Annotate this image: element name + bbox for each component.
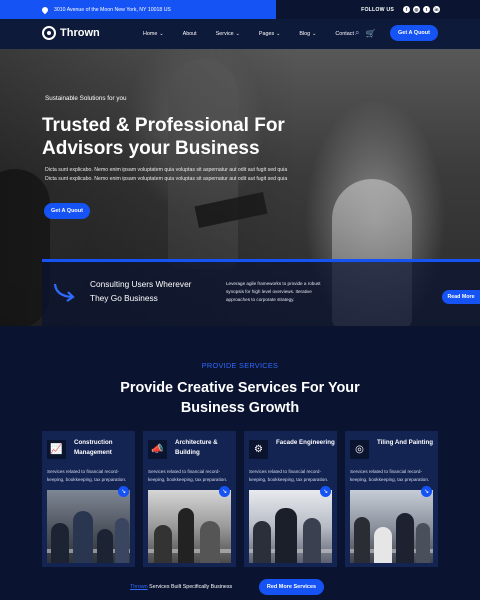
service-card-tiling[interactable]: ◎ Tiling And Painting Services related t… xyxy=(345,431,438,567)
hero-subtitle: Sustainable Solutions for you xyxy=(45,95,127,102)
card-text: Services related to financial record-kee… xyxy=(350,469,430,482)
services-footer-label: Services Built Specifically Business xyxy=(149,584,233,590)
nav-about-label: About xyxy=(182,31,197,37)
service-cards: 📈 Construction Management Services relat… xyxy=(42,431,438,567)
get-quote-button-header[interactable]: Get A Quout xyxy=(390,25,438,41)
card-title: Facade Engineering xyxy=(276,439,335,446)
card-photo xyxy=(249,490,332,563)
follow-us-label: FOLLOW US xyxy=(361,6,394,13)
cart-icon[interactable]: 🛒 xyxy=(365,29,375,38)
nav-home[interactable]: Home ⌄ xyxy=(143,31,164,37)
services-title: Provide Creative Services For Your Busin… xyxy=(120,380,360,416)
card-title: Tiling And Painting xyxy=(377,439,434,446)
services-eyebrow: PROVIDE SERVICES xyxy=(201,361,279,370)
logo[interactable]: Thrown xyxy=(42,26,100,40)
arrow-link-icon[interactable]: ↘ xyxy=(421,486,432,497)
card-title: Construction Management xyxy=(74,439,113,456)
chart-growth-icon: 📈 xyxy=(47,440,66,459)
nav-pages-label: Pages xyxy=(258,31,275,37)
twitter-icon[interactable]: t xyxy=(423,6,430,13)
hero-section: Sustainable Solutions for you Trusted & … xyxy=(0,49,480,326)
megaphone-icon: 📣 xyxy=(148,440,167,459)
top-bar: 3010 Avenue of the Moon New York, NY 100… xyxy=(0,0,480,19)
strip-title: Consulting Users Wherever They Go Busine… xyxy=(90,279,192,303)
arrow-link-icon[interactable]: ↘ xyxy=(118,486,129,497)
chevron-down-icon: ⌄ xyxy=(276,31,281,37)
chevron-down-icon: ⌄ xyxy=(235,31,240,37)
service-card-facade[interactable]: ⚙ Facade Engineering Services related to… xyxy=(244,431,337,567)
hero-description: Dicta sunt explicabo. Nemo enim ipsam vo… xyxy=(45,167,288,182)
curved-arrow-icon xyxy=(53,283,75,302)
nav-service-label: Service xyxy=(215,31,234,37)
main-nav: Home ⌄ About Service ⌄ Pages ⌄ Blog ⌄ Contac… xyxy=(143,19,373,49)
card-photo xyxy=(350,490,433,563)
header-icons: ⌕ 🛒 xyxy=(355,28,381,38)
nav-contact[interactable]: Contact xyxy=(335,31,354,37)
instagram-icon[interactable]: ◎ xyxy=(413,6,420,13)
card-text: Services related to financial record-kee… xyxy=(47,469,127,482)
service-card-construction[interactable]: 📈 Construction Management Services relat… xyxy=(42,431,135,567)
nav-contact-label: Contact xyxy=(335,31,354,37)
address-text: 3010 Avenue of the Moon New York, NY 100… xyxy=(54,6,171,13)
nav-pages[interactable]: Pages ⌄ xyxy=(259,31,281,37)
more-services-button[interactable]: Red More Services xyxy=(259,579,324,595)
address-bar: 3010 Avenue of the Moon New York, NY 100… xyxy=(0,0,276,19)
main-header: Thrown Home ⌄ About Service ⌄ Pages ⌄ Blog ⌄… xyxy=(0,19,480,49)
card-title: Architecture & Building xyxy=(175,439,218,456)
arrow-link-icon[interactable]: ↘ xyxy=(219,486,230,497)
nav-blog[interactable]: Blog ⌄ xyxy=(299,31,316,37)
location-pin-icon xyxy=(40,5,50,14)
services-section: PROVIDE SERVICES Provide Creative Servic… xyxy=(0,326,480,600)
nav-service[interactable]: Service ⌄ xyxy=(216,31,240,37)
brand-link[interactable]: Thrown xyxy=(130,584,148,590)
chevron-down-icon: ⌄ xyxy=(159,31,164,37)
search-icon[interactable]: ⌕ xyxy=(355,28,359,38)
card-photo xyxy=(47,490,130,563)
card-text: Services related to financial record-kee… xyxy=(148,469,228,482)
hero-title: Trusted & Professional For Advisors your… xyxy=(42,115,285,159)
read-more-button[interactable]: Read More xyxy=(442,290,480,304)
target-icon: ◎ xyxy=(350,440,369,459)
service-card-architecture[interactable]: 📣 Architecture & Building Services relat… xyxy=(143,431,236,567)
card-text: Services related to financial record-kee… xyxy=(249,469,329,482)
social-links: FOLLOW US f ◎ t in xyxy=(361,0,440,19)
nav-home-label: Home xyxy=(143,31,158,37)
linkedin-icon[interactable]: in xyxy=(433,6,440,13)
nav-blog-label: Blog xyxy=(299,31,311,37)
page: 3010 Avenue of the Moon New York, NY 100… xyxy=(0,0,480,600)
card-photo xyxy=(148,490,231,563)
logo-mark-icon xyxy=(42,26,56,40)
brand-name: Thrown xyxy=(60,27,100,39)
consulting-strip: Consulting Users Wherever They Go Busine… xyxy=(42,259,480,326)
arrow-link-icon[interactable]: ↘ xyxy=(320,486,331,497)
get-quote-button-hero[interactable]: Get A Quout xyxy=(44,203,90,219)
gear-icon: ⚙ xyxy=(249,440,268,459)
nav-about[interactable]: About xyxy=(183,31,197,37)
facebook-icon[interactable]: f xyxy=(403,6,410,13)
services-footer-text: Thrown Services Built Specifically Busin… xyxy=(130,584,232,590)
strip-text: Leverage agile frameworks to provide a r… xyxy=(226,281,321,302)
chevron-down-icon: ⌄ xyxy=(312,31,317,37)
